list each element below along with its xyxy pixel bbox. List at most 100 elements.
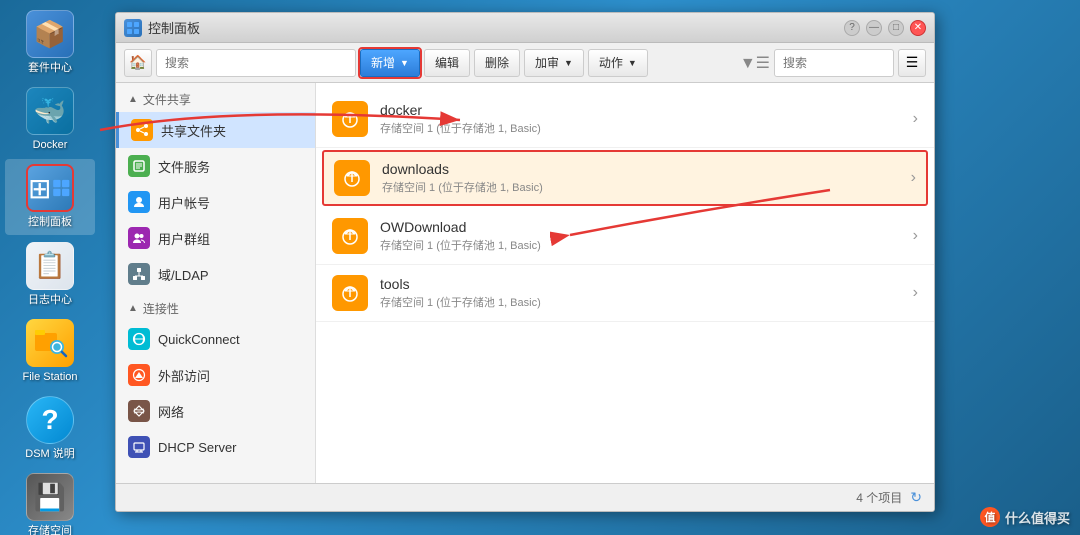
filter-search-input[interactable]	[774, 49, 894, 77]
sidebar-item-shared-folder[interactable]: 共享文件夹	[116, 112, 315, 148]
package-center-icon	[26, 10, 74, 58]
section-connectivity[interactable]: ▲ 连接性	[116, 292, 315, 321]
file-station-icon	[26, 319, 74, 367]
folder-item-docker[interactable]: docker 存储空间 1 (位于存储池 1, Basic) ›	[316, 91, 934, 148]
help-button[interactable]: ?	[844, 20, 860, 36]
folder-chevron-docker: ›	[913, 110, 918, 128]
sidebar-item-dhcp[interactable]: DHCP Server	[116, 429, 315, 465]
action-button[interactable]: 动作 ▼	[588, 49, 648, 77]
folder-name-docker: docker	[380, 102, 913, 118]
search-input[interactable]	[156, 49, 356, 77]
add-button[interactable]: 加审 ▼	[524, 49, 584, 77]
icon-package-center[interactable]: 套件中心	[5, 5, 95, 80]
user-account-icon	[128, 191, 150, 213]
folder-info-docker: docker 存储空间 1 (位于存储池 1, Basic)	[380, 102, 913, 136]
icon-storage-manager[interactable]: 存储空间 管理员	[5, 468, 95, 535]
home-button[interactable]: 🏠	[124, 49, 152, 77]
sidebar-item-user-account[interactable]: 用户帐号	[116, 184, 315, 220]
title-bar-icon	[124, 19, 142, 37]
folder-chevron-downloads: ›	[911, 169, 916, 187]
title-bar: 控制面板 ? — □ ✕	[116, 13, 934, 43]
file-station-label: File Station	[22, 371, 77, 384]
sidebar-item-quickconnect[interactable]: QuickConnect	[116, 321, 315, 357]
file-service-label: 文件服务	[158, 157, 210, 176]
icon-file-station[interactable]: File Station	[5, 314, 95, 389]
docker-icon	[26, 87, 74, 135]
folder-name-owdownload: OWDownload	[380, 219, 913, 235]
folder-icon-owdownload	[332, 218, 368, 254]
quickconnect-label: QuickConnect	[158, 332, 240, 347]
desktop-icon-column: 套件中心 Docker 控制面板 日志中心	[0, 0, 100, 535]
content-area: docker 存储空间 1 (位于存储池 1, Basic) ›	[316, 83, 934, 483]
sidebar-item-network[interactable]: 网络	[116, 393, 315, 429]
folder-info-owdownload: OWDownload 存储空间 1 (位于存储池 1, Basic)	[380, 219, 913, 253]
folder-info-tools: tools 存储空间 1 (位于存储池 1, Basic)	[380, 276, 913, 310]
shared-folder-icon	[131, 119, 153, 141]
external-access-label: 外部访问	[158, 366, 210, 385]
watermark-text: 什么值得买	[1005, 508, 1070, 527]
action-dropdown-arrow: ▼	[628, 58, 637, 68]
title-bar-controls: ? — □ ✕	[844, 20, 926, 36]
log-center-icon	[26, 242, 74, 290]
new-dropdown-arrow: ▼	[400, 58, 409, 68]
icon-log-center[interactable]: 日志中心	[5, 237, 95, 312]
external-access-icon	[128, 364, 150, 386]
sidebar-item-domain-ldap[interactable]: 域/LDAP	[116, 256, 315, 292]
storage-manager-icon	[26, 473, 74, 521]
watermark-icon: 值	[980, 507, 1000, 527]
filter-area: ▼☰ ☰	[740, 49, 926, 77]
window-title: 控制面板	[148, 18, 844, 37]
action-label: 动作	[599, 54, 623, 71]
folder-name-downloads: downloads	[382, 161, 911, 177]
delete-button[interactable]: 删除	[474, 49, 520, 77]
add-label: 加审	[535, 54, 559, 71]
filter-list-icon: ☰	[906, 54, 919, 71]
maximize-button[interactable]: □	[888, 20, 904, 36]
section-file-sharing-label: 文件共享	[143, 91, 191, 108]
sidebar: ▲ 文件共享 共享文件夹	[116, 83, 316, 483]
folder-icon-downloads	[334, 160, 370, 196]
folder-name-tools: tools	[380, 276, 913, 292]
dhcp-label: DHCP Server	[158, 440, 237, 455]
folder-info-downloads: downloads 存储空间 1 (位于存储池 1, Basic)	[382, 161, 911, 195]
refresh-icon[interactable]: ↻	[910, 489, 922, 506]
domain-ldap-icon	[128, 263, 150, 285]
chevron-connectivity: ▲	[128, 303, 138, 314]
sidebar-item-external-access[interactable]: 外部访问	[116, 357, 315, 393]
folder-item-owdownload[interactable]: OWDownload 存储空间 1 (位于存储池 1, Basic) ›	[316, 208, 934, 265]
new-button[interactable]: 新增 ▼	[360, 49, 420, 77]
domain-ldap-label: 域/LDAP	[158, 265, 209, 284]
new-label: 新增	[371, 54, 395, 71]
close-button[interactable]: ✕	[910, 20, 926, 36]
folder-icon-docker	[332, 101, 368, 137]
sidebar-item-file-service[interactable]: 文件服务	[116, 148, 315, 184]
main-content: ▲ 文件共享 共享文件夹	[116, 83, 934, 483]
log-center-label: 日志中心	[28, 294, 72, 307]
desktop: 套件中心 Docker 控制面板 日志中心	[0, 0, 1080, 535]
icon-dsm-help[interactable]: DSM 说明	[5, 391, 95, 466]
folder-item-downloads[interactable]: downloads 存储空间 1 (位于存储池 1, Basic) ›	[322, 150, 928, 206]
icon-control-panel[interactable]: 控制面板	[5, 159, 95, 234]
file-service-icon	[128, 155, 150, 177]
dsm-help-label: DSM 说明	[25, 448, 75, 461]
shared-folder-label: 共享文件夹	[161, 121, 226, 140]
edit-button[interactable]: 编辑	[424, 49, 470, 77]
folder-item-tools[interactable]: tools 存储空间 1 (位于存储池 1, Basic) ›	[316, 265, 934, 322]
user-account-label: 用户帐号	[158, 193, 210, 212]
section-file-sharing[interactable]: ▲ 文件共享	[116, 83, 315, 112]
control-panel-icon	[26, 164, 74, 212]
sidebar-item-user-group[interactable]: 用户群组	[116, 220, 315, 256]
filter-icon-btn[interactable]: ☰	[898, 49, 926, 77]
quickconnect-icon	[128, 328, 150, 350]
folder-icon-tools	[332, 275, 368, 311]
icon-docker[interactable]: Docker	[5, 82, 95, 157]
minimize-button[interactable]: —	[866, 20, 882, 36]
toolbar: 🏠 新增 ▼ 编辑 删除 加审 ▼ 动作 ▼ ▼ ☰	[116, 43, 934, 83]
folder-desc-tools: 存储空间 1 (位于存储池 1, Basic)	[380, 294, 913, 310]
chevron-file-sharing: ▲	[128, 94, 138, 105]
watermark: 值 什么值得买	[980, 507, 1070, 527]
dsm-help-icon	[26, 396, 74, 444]
section-connectivity-label: 连接性	[143, 300, 179, 317]
control-panel-window: 控制面板 ? — □ ✕ 🏠 新增 ▼ 编辑 删除	[115, 12, 935, 512]
add-dropdown-arrow: ▼	[564, 58, 573, 68]
